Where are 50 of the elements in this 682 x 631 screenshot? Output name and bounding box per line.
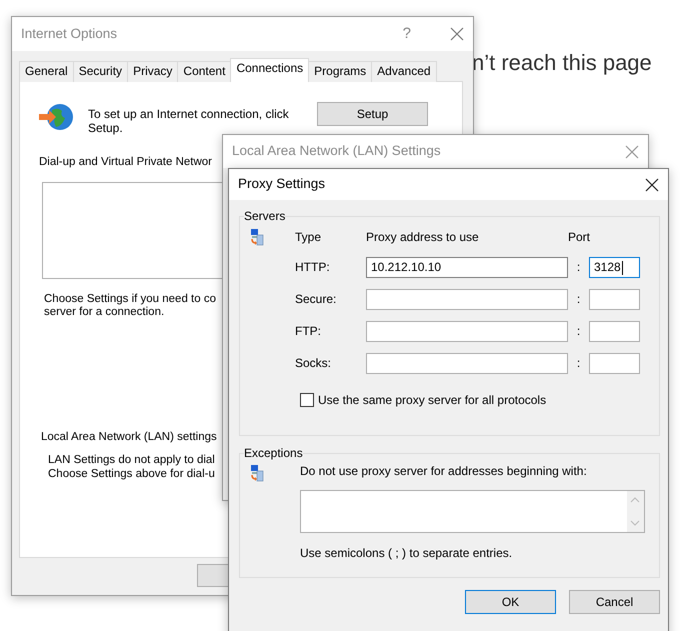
tab[interactable]: Programs bbox=[308, 61, 372, 82]
port-field[interactable] bbox=[589, 289, 640, 310]
separator-text: : bbox=[576, 356, 582, 371]
checkbox[interactable] bbox=[300, 393, 314, 408]
section-heading: Dial-up and Virtual Private Networ bbox=[39, 156, 212, 170]
tab[interactable]: Privacy bbox=[127, 61, 178, 82]
window-title: Local Area Network (LAN) Settings bbox=[232, 143, 442, 160]
scroll-up-icon[interactable] bbox=[630, 497, 640, 504]
field-label: Secure: bbox=[295, 292, 338, 307]
separator-text: : bbox=[576, 260, 582, 275]
checkbox-label: Use the same proxy server for all protocols bbox=[318, 393, 546, 408]
address-field[interactable] bbox=[366, 289, 568, 310]
port-field[interactable] bbox=[589, 353, 640, 374]
separator-text: : bbox=[576, 324, 582, 339]
section-heading: Local Area Network (LAN) settings bbox=[41, 431, 217, 445]
column-header: Port bbox=[568, 230, 592, 244]
column-header: Type bbox=[295, 230, 322, 244]
scroll-down-icon[interactable] bbox=[630, 520, 640, 526]
tab[interactable]: Security bbox=[72, 61, 128, 82]
prompt-text: Do not use proxy server for addresses beginning with: bbox=[300, 464, 588, 478]
exceptions-field[interactable] bbox=[300, 490, 645, 534]
instruction-text: To set up an Internet connection, click Setup. bbox=[88, 107, 290, 136]
tab[interactable]: Connections bbox=[230, 58, 310, 82]
tab[interactable]: Advanced bbox=[371, 61, 437, 82]
close-icon[interactable] bbox=[645, 178, 659, 192]
hint-text: LAN Settings do not apply to dial Choose Settings above for dial-u bbox=[48, 454, 215, 482]
globe-arrow-icon bbox=[38, 102, 75, 132]
window-title: Proxy Settings bbox=[238, 176, 326, 193]
network-computers-icon bbox=[250, 464, 264, 482]
network-computers-icon bbox=[250, 228, 264, 246]
separator-text: : bbox=[576, 292, 582, 307]
hint-text: Choose Settings if you need to co server for a connection. bbox=[44, 292, 216, 320]
cancel-button[interactable]: Cancel bbox=[569, 590, 660, 614]
field-label: FTP: bbox=[295, 324, 322, 339]
group-label: Exceptions bbox=[244, 447, 303, 459]
group-label: Servers bbox=[244, 210, 286, 222]
port-field[interactable]: 3128 bbox=[589, 257, 640, 278]
window-title: Internet Options bbox=[21, 26, 118, 42]
field-label: HTTP: bbox=[295, 260, 331, 275]
address-field[interactable] bbox=[366, 353, 568, 374]
address-field[interactable]: 10.212.10.10 bbox=[366, 257, 568, 278]
tab[interactable]: General bbox=[19, 61, 74, 82]
field-label: Socks: bbox=[295, 356, 332, 371]
port-field[interactable] bbox=[589, 321, 640, 342]
hint-text: Use semicolons ( ; ) to separate entries. bbox=[300, 546, 514, 561]
tab[interactable]: Content bbox=[177, 61, 232, 82]
column-header: Proxy address to use bbox=[366, 230, 480, 244]
setup-button[interactable]: Setup bbox=[317, 102, 428, 126]
address-field[interactable] bbox=[366, 321, 568, 342]
ok-button[interactable]: OK bbox=[465, 590, 556, 614]
